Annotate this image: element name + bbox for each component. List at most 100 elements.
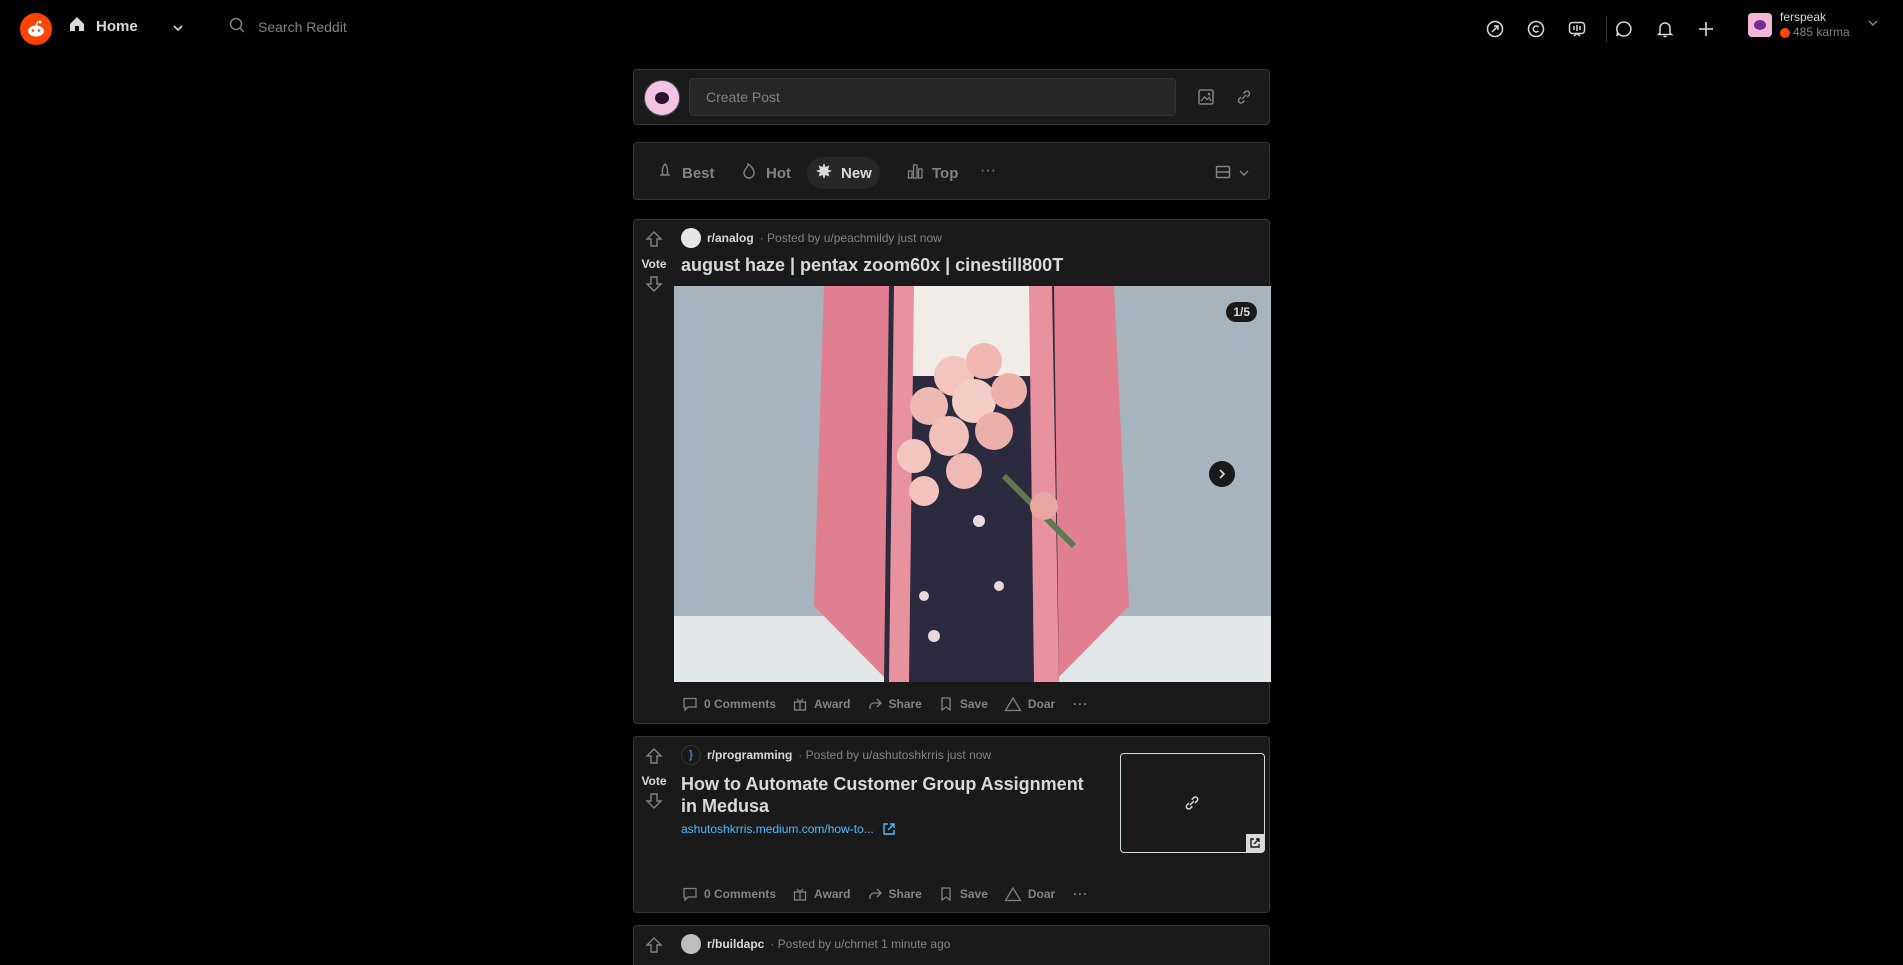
- avatar[interactable]: [644, 80, 680, 116]
- award-button[interactable]: Award: [784, 690, 858, 718]
- post-title[interactable]: How to Automate Customer Group Assignmen…: [681, 773, 1101, 817]
- warning-icon: [1004, 696, 1022, 712]
- post-meta: r/analog · Posted by u/peachmildy just n…: [681, 228, 942, 248]
- comments-button[interactable]: 0 Comments: [674, 880, 784, 908]
- sort-new-button[interactable]: New: [807, 157, 880, 189]
- chevron-down-icon[interactable]: [170, 20, 186, 36]
- post-more-button[interactable]: ···: [1063, 691, 1098, 717]
- chevron-down-icon: [1866, 16, 1880, 35]
- vote-column: [634, 926, 674, 965]
- search-placeholder: Search Reddit: [258, 18, 347, 35]
- downvote-icon[interactable]: [645, 792, 663, 815]
- post-card[interactable]: Vote r/analog · Posted by u/peachmildy j…: [633, 219, 1271, 724]
- post-meta: r/buildapc · Posted by u/chrnet 1 minute…: [681, 934, 950, 954]
- doar-label: Doar: [1027, 887, 1056, 901]
- post-meta: } r/programming · Posted by u/ashutoshkr…: [681, 745, 991, 765]
- downvote-icon[interactable]: [645, 275, 663, 298]
- layout-toggle[interactable]: [1214, 163, 1250, 186]
- post-actions: 0 Comments Award Share Save Doar ···: [674, 690, 1098, 718]
- sort-label: Best: [682, 164, 715, 182]
- plus-icon[interactable]: [1695, 18, 1717, 40]
- bookmark-icon: [941, 697, 951, 712]
- share-label: Share: [888, 887, 922, 901]
- top-header: Home Search Reddit ferspeak 485 karma: [0, 0, 1903, 57]
- subreddit-link[interactable]: r/programming: [707, 748, 792, 762]
- popular-icon[interactable]: [1484, 18, 1506, 40]
- user-menu[interactable]: ferspeak 485 karma: [1748, 10, 1880, 40]
- post-image[interactable]: 1/5: [674, 286, 1271, 682]
- post-link-label: ashutoshkrris.medium.com/how-to...: [681, 822, 874, 836]
- chevron-right-icon: [1219, 469, 1226, 479]
- comment-icon: [683, 697, 697, 712]
- sort-label: New: [841, 164, 872, 182]
- post-byline: · Posted by u/ashutoshkrris just now: [798, 748, 992, 762]
- comments-button[interactable]: 0 Comments: [674, 690, 784, 718]
- share-label: Share: [888, 697, 922, 711]
- award-label: Award: [814, 887, 851, 901]
- upvote-icon[interactable]: [645, 936, 663, 959]
- subreddit-icon[interactable]: }: [681, 745, 701, 765]
- home-dropdown[interactable]: Home: [68, 15, 138, 37]
- subreddit-link[interactable]: r/analog: [707, 231, 754, 245]
- new-icon: [815, 162, 833, 184]
- sort-top-button[interactable]: Top: [898, 157, 966, 189]
- save-label: Save: [959, 697, 988, 711]
- post-byline: · Posted by u/chrnet 1 minute ago: [770, 937, 951, 951]
- sort-label: Top: [932, 164, 959, 182]
- comments-label: 0 Comments: [704, 887, 777, 901]
- chevron-down-icon: [1238, 166, 1250, 184]
- bell-icon[interactable]: [1654, 18, 1676, 40]
- post-title[interactable]: august haze | pentax zoom60x | cinestill…: [681, 254, 1063, 276]
- gift-icon: [793, 698, 807, 711]
- share-button[interactable]: Share: [859, 690, 930, 718]
- post-link[interactable]: ashutoshkrris.medium.com/how-to...: [681, 822, 896, 836]
- save-button[interactable]: Save: [930, 880, 996, 908]
- vote-count: Vote: [641, 257, 667, 271]
- post-card[interactable]: r/buildapc · Posted by u/chrnet 1 minute…: [633, 925, 1270, 965]
- external-link-icon: [883, 823, 895, 835]
- coin-icon[interactable]: [1525, 18, 1547, 40]
- subreddit-link[interactable]: r/buildapc: [707, 937, 764, 951]
- reddit-logo-icon[interactable]: [20, 13, 52, 45]
- video-icon[interactable]: [1566, 18, 1588, 40]
- karma-icon: [1780, 27, 1790, 38]
- link-thumbnail[interactable]: [1120, 753, 1265, 853]
- post-card[interactable]: Vote } r/programming · Posted by u/ashut…: [633, 736, 1270, 913]
- share-icon: [868, 888, 882, 899]
- gallery-next-button[interactable]: [1209, 461, 1235, 487]
- home-label: Home: [96, 17, 138, 35]
- subreddit-icon[interactable]: [681, 934, 701, 954]
- doar-button[interactable]: Doar: [996, 880, 1063, 908]
- card-layout-icon: [1214, 163, 1232, 186]
- create-post-card: Create Post: [633, 69, 1270, 125]
- subreddit-icon[interactable]: [681, 228, 701, 248]
- sort-label: Hot: [766, 164, 791, 182]
- post-more-button[interactable]: ···: [1063, 881, 1098, 907]
- post-actions: 0 Comments Award Share Save Doar ···: [674, 880, 1098, 908]
- vote-count: Vote: [641, 774, 667, 788]
- gallery-counter: 1/5: [1226, 302, 1257, 322]
- upvote-icon[interactable]: [645, 747, 663, 770]
- chat-icon[interactable]: [1613, 18, 1635, 40]
- doar-button[interactable]: Doar: [996, 690, 1063, 718]
- sort-hot-button[interactable]: Hot: [732, 157, 799, 189]
- bookmark-icon: [941, 887, 951, 902]
- top-icon: [906, 162, 924, 184]
- flame-icon: [740, 162, 758, 184]
- karma-label: 485 karma: [1793, 25, 1850, 39]
- image-icon[interactable]: [1196, 87, 1218, 109]
- share-button[interactable]: Share: [859, 880, 930, 908]
- comments-label: 0 Comments: [704, 697, 777, 711]
- username: ferspeak: [1780, 10, 1827, 24]
- create-post-input[interactable]: Create Post: [689, 78, 1176, 116]
- sort-best-button[interactable]: Best: [648, 157, 723, 189]
- comment-icon: [683, 887, 697, 902]
- warning-icon: [1004, 886, 1022, 902]
- award-button[interactable]: Award: [784, 880, 858, 908]
- search-input[interactable]: Search Reddit: [228, 16, 347, 37]
- link-icon[interactable]: [1234, 87, 1256, 109]
- save-button[interactable]: Save: [930, 690, 996, 718]
- rocket-icon: [656, 162, 674, 184]
- sort-more-button[interactable]: ···: [980, 157, 996, 189]
- upvote-icon[interactable]: [645, 230, 663, 253]
